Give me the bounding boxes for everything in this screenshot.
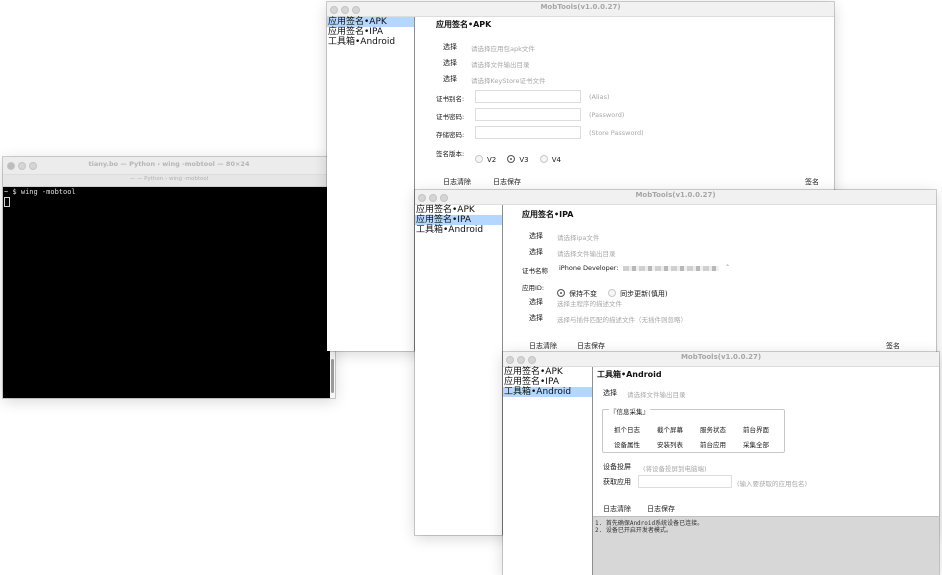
log-line: 2. 设备已开启开发者模式。 <box>595 527 672 534</box>
radio-v4[interactable] <box>539 155 548 163</box>
store-password-label: 存储密码: <box>436 131 465 139</box>
terminal-tabbar: — — Python › wing -mobtool <box>3 175 335 187</box>
sign-button[interactable]: 签名 <box>805 177 819 187</box>
select-keystore-button[interactable]: 选择 <box>443 74 457 84</box>
log-output[interactable]: 1. 首先确保Android系统设备已连接。 2. 设备已开启开发者模式。 <box>593 516 939 575</box>
cert-name-label: 证书名称 <box>522 267 548 275</box>
capture-log-button[interactable]: 抓个日志 <box>614 424 640 434</box>
sidebar-item-android[interactable]: 工具箱•Android <box>415 225 502 235</box>
clear-log-button[interactable]: 日志清除 <box>529 341 557 351</box>
terminal-tab-title[interactable]: — — Python › wing -mobtool <box>3 176 335 182</box>
select-output-hint: 请选择文件输出目录 <box>471 61 530 69</box>
select-main-profile-button[interactable]: 选择 <box>529 297 543 307</box>
select-output-button[interactable]: 选择 <box>603 388 617 398</box>
save-log-button[interactable]: 日志保存 <box>577 341 605 351</box>
ipa-titlebar[interactable]: MobTools(v1.0.0.27) <box>415 190 936 205</box>
log-line: 1. 首先确保Android系统设备已连接。 <box>595 520 704 527</box>
screen-mirror-hint: (将设备投屏到电脑端) <box>643 465 707 473</box>
android-sidebar: 应用签名•APK 应用签名•IPA 工具箱•Android <box>503 367 593 575</box>
radio-v4-label: V4 <box>551 156 561 164</box>
ipa-window-title: MobTools(v1.0.0.27) <box>635 191 716 199</box>
terminal-window: tiany.bo — Python › wing -mobtool — 80×2… <box>3 157 335 398</box>
cert-name-redacted <box>623 266 719 271</box>
radio-v3-label: V3 <box>519 156 529 164</box>
install-list-button[interactable]: 安装列表 <box>657 439 683 449</box>
app-id-label: 应用ID: <box>522 284 545 292</box>
select-ext-profile-hint: 选择与插件匹配的描述文件（无插件则忽略） <box>557 316 687 324</box>
page-title: 工具箱•Android <box>597 370 662 379</box>
package-name-hint: (输入要获取的应用包名) <box>737 480 808 488</box>
radio-v2-label: V2 <box>487 156 497 164</box>
radio-v3[interactable] <box>507 155 516 163</box>
sidebar-item-ipa[interactable]: 应用签名•IPA <box>415 215 502 225</box>
select-ipa-hint: 请选择ipa文件 <box>557 234 600 242</box>
fetch-app-button[interactable]: 获取应用 <box>603 477 631 487</box>
select-main-profile-hint: 选择主程序的描述文件 <box>557 300 622 308</box>
ipa-sidebar: 应用签名•APK 应用签名•IPA 工具箱•Android <box>415 205 503 535</box>
select-keystore-hint: 请选择KeyStore证书文件 <box>471 77 546 85</box>
page-title: 应用签名•APK <box>436 20 492 29</box>
terminal-titlebar[interactable]: tiany.bo — Python › wing -mobtool — 80×2… <box>3 157 335 175</box>
service-status-button[interactable]: 服务状态 <box>700 424 726 434</box>
radio-keep-label: 保持不变 <box>569 290 597 298</box>
sidebar-item-ipa[interactable]: 应用签名•IPA <box>503 377 592 387</box>
select-apk-button[interactable]: 选择 <box>443 42 457 52</box>
select-ext-profile-button[interactable]: 选择 <box>529 313 543 323</box>
terminal-scroll-thumb[interactable] <box>331 359 334 393</box>
sidebar-item-apk[interactable]: 应用签名•APK <box>503 367 592 377</box>
password-hint: (Password) <box>589 111 625 119</box>
group-title: 『信息采集』 <box>609 406 650 416</box>
radio-sync-label: 同步更新(慎用) <box>620 290 668 298</box>
store-password-hint: (Store Password) <box>589 129 644 137</box>
android-window: MobTools(v1.0.0.27) 应用签名•APK 应用签名•IPA 工具… <box>503 352 939 575</box>
sign-version-radios: V2 V3 V4 <box>475 147 567 166</box>
screen-mirror-button[interactable]: 设备投屏 <box>603 462 631 472</box>
save-log-button[interactable]: 日志保存 <box>647 504 675 514</box>
android-titlebar[interactable]: MobTools(v1.0.0.27) <box>503 352 939 367</box>
chevron-updown-icon: ⌃ <box>725 264 731 271</box>
collect-all-button[interactable]: 采集全部 <box>743 439 769 449</box>
terminal-prompt-line: ~ $ wing -mobtool <box>4 188 76 196</box>
screenshot-button[interactable]: 截个屏幕 <box>657 424 683 434</box>
cert-name-select[interactable]: iPhone Developer: ⌃ <box>557 263 735 274</box>
device-props-button[interactable]: 设备属性 <box>614 439 640 449</box>
sidebar-item-android[interactable]: 工具箱•Android <box>327 37 414 47</box>
save-log-button[interactable]: 日志保存 <box>493 177 521 187</box>
android-window-title: MobTools(v1.0.0.27) <box>680 353 762 361</box>
sidebar-item-apk[interactable]: 应用签名•APK <box>327 17 414 27</box>
package-name-input[interactable] <box>638 475 732 488</box>
terminal-title: tiany.bo — Python › wing -mobtool — 80×2… <box>88 160 250 168</box>
alias-hint: (Alias) <box>589 93 610 101</box>
select-apk-hint: 请选择应用包apk文件 <box>471 45 535 53</box>
apk-window-title: MobTools(v1.0.0.27) <box>540 3 621 11</box>
cert-name-value: iPhone Developer: <box>559 264 619 272</box>
terminal-cursor <box>4 197 10 207</box>
password-label: 证书密码: <box>436 113 465 121</box>
clear-log-button[interactable]: 日志清除 <box>443 177 471 187</box>
clear-log-button[interactable]: 日志清除 <box>603 504 631 514</box>
foreground-app-button[interactable]: 前台应用 <box>700 439 726 449</box>
apk-titlebar[interactable]: MobTools(v1.0.0.27) <box>327 2 834 17</box>
select-ipa-button[interactable]: 选择 <box>529 231 543 241</box>
info-collect-group: 『信息采集』 抓个日志 截个屏幕 服务状态 前台界面 设备属性 安装列表 前台应… <box>602 406 785 453</box>
alias-input[interactable] <box>475 90 581 103</box>
foreground-ui-button[interactable]: 前台界面 <box>743 424 769 434</box>
sidebar-item-ipa[interactable]: 应用签名•IPA <box>327 27 414 37</box>
select-output-button[interactable]: 选择 <box>443 58 457 68</box>
sign-button[interactable]: 签名 <box>886 341 900 351</box>
sidebar-item-android[interactable]: 工具箱•Android <box>503 387 592 397</box>
select-output-hint: 请选择文件输出目录 <box>557 250 616 258</box>
sign-version-label: 签名版本: <box>436 150 465 158</box>
sidebar-item-apk[interactable]: 应用签名•APK <box>415 205 502 215</box>
store-password-input[interactable] <box>475 126 581 139</box>
select-output-hint: 请选择文件输出目录 <box>627 391 686 399</box>
radio-v2[interactable] <box>475 155 483 163</box>
select-output-button[interactable]: 选择 <box>529 247 543 257</box>
radio-sync[interactable] <box>608 289 617 297</box>
apk-sidebar: 应用签名•APK 应用签名•IPA 工具箱•Android <box>327 17 415 351</box>
password-input[interactable] <box>475 108 581 121</box>
radio-keep[interactable] <box>557 289 565 297</box>
page-title: 应用签名•IPA <box>522 210 574 219</box>
alias-label: 证书别名: <box>436 95 465 103</box>
